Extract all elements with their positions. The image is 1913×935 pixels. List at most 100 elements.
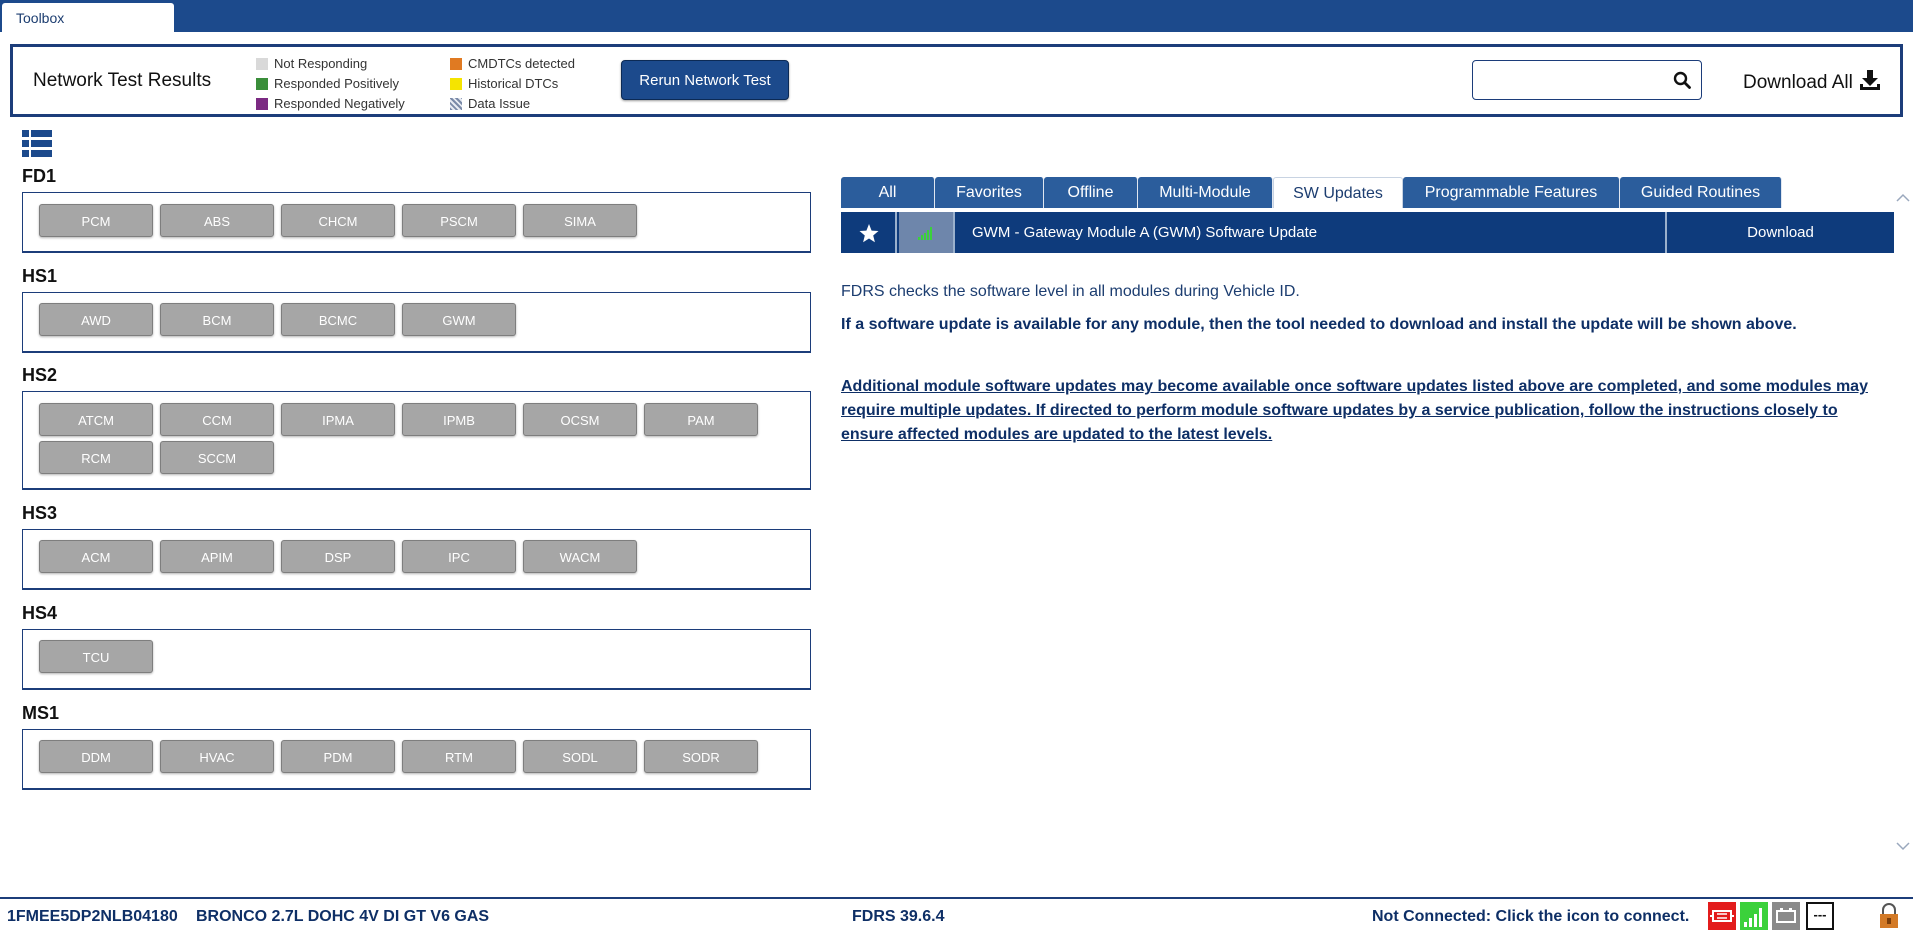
module-button-awd[interactable]: AWD <box>39 303 153 336</box>
module-button-bcm[interactable]: BCM <box>160 303 274 336</box>
module-button-tcu[interactable]: TCU <box>39 640 153 673</box>
search-box <box>1472 60 1702 100</box>
download-icon <box>1853 69 1881 97</box>
group-box-hs3: ACM APIM DSP IPC WACM <box>22 529 811 589</box>
tab-offline[interactable]: Offline <box>1044 177 1138 208</box>
tab-sw-updates[interactable]: SW Updates <box>1273 177 1403 208</box>
scroll-up-chevron-icon[interactable] <box>1895 190 1911 206</box>
legend-label: Data Issue <box>468 96 531 111</box>
module-button-ddm[interactable]: DDM <box>39 740 153 773</box>
status-bar: 1FMEE5DP2NLB04180 BRONCO 2.7L DOHC 4V DI… <box>0 899 1913 931</box>
legend-swatch-hatched <box>450 98 462 110</box>
group-box-ms1: DDM HVAC PDM RTM SODL SODR <box>22 729 811 789</box>
group-box-hs4: TCU <box>22 629 811 689</box>
tab-multi-module[interactable]: Multi-Module <box>1138 177 1273 208</box>
module-button-gwm[interactable]: GWM <box>402 303 516 336</box>
search-icon[interactable] <box>1673 71 1691 89</box>
module-button-pcm[interactable]: PCM <box>39 204 153 237</box>
scroll-down-chevron-icon[interactable] <box>1895 838 1911 854</box>
rerun-network-test-button[interactable]: Rerun Network Test <box>621 60 789 100</box>
group-box-hs2: ATCM CCM IPMA IPMB OCSM PAM RCM SCCM <box>22 391 811 489</box>
connection-status[interactable]: Not Connected: Click the icon to connect… <box>1372 908 1689 926</box>
module-button-ipmb[interactable]: IPMB <box>402 403 516 436</box>
module-button-sodr[interactable]: SODR <box>644 740 758 773</box>
legend-column-1: Not Responding Responded Positively Resp… <box>256 54 405 114</box>
legend-item-responded-positively: Responded Positively <box>256 74 405 94</box>
legend-item-historical-dtcs: Historical DTCs <box>450 74 575 94</box>
legend-label: Not Responding <box>274 56 368 71</box>
vin-label: 1FMEE5DP2NLB04180 <box>7 908 178 925</box>
legend-label: CMDTCs detected <box>468 56 575 71</box>
group-label-fd1: FD1 <box>22 166 57 186</box>
module-button-bcmc[interactable]: BCMC <box>281 303 395 336</box>
module-button-dsp[interactable]: DSP <box>281 540 395 573</box>
group-label-hs2: HS2 <box>22 365 58 385</box>
legend-swatch <box>256 58 268 70</box>
module-button-abs[interactable]: ABS <box>160 204 274 237</box>
module-button-chcm[interactable]: CHCM <box>281 204 395 237</box>
module-button-ipma[interactable]: IPMA <box>281 403 395 436</box>
sw-update-download-button[interactable]: Download <box>1665 212 1894 253</box>
tab-guided-routines[interactable]: Guided Routines <box>1620 177 1782 208</box>
module-button-sccm[interactable]: SCCM <box>160 441 274 474</box>
module-button-pdm[interactable]: PDM <box>281 740 395 773</box>
legend-swatch <box>450 58 462 70</box>
legend-item-responded-negatively: Responded Negatively <box>256 94 405 114</box>
sw-update-title: GWM - Gateway Module A (GWM) Software Up… <box>972 224 1318 241</box>
signal-bars-icon[interactable] <box>1740 902 1768 930</box>
favorite-star-icon[interactable] <box>841 212 897 253</box>
legend-item-not-responding: Not Responding <box>256 54 405 74</box>
module-button-sodl[interactable]: SODL <box>523 740 637 773</box>
page-title: Network Test Results <box>33 70 212 91</box>
group-label-hs3: HS3 <box>22 503 58 523</box>
module-button-acm[interactable]: ACM <box>39 540 153 573</box>
lock-icon[interactable] <box>1874 902 1904 930</box>
content-tabs: All Favorites Offline Multi-Module SW Up… <box>841 177 1782 208</box>
group-box-hs1: AWD BCM BCMC GWM <box>22 292 811 352</box>
list-view-icon[interactable] <box>22 130 52 158</box>
legend-label: Responded Negatively <box>274 96 405 111</box>
legend-label: Responded Positively <box>274 76 400 91</box>
tab-favorites[interactable]: Favorites <box>935 177 1044 208</box>
module-button-hvac[interactable]: HVAC <box>160 740 274 773</box>
tab-programmable-features[interactable]: Programmable Features <box>1403 177 1620 208</box>
module-button-rcm[interactable]: RCM <box>39 441 153 474</box>
group-label-ms1: MS1 <box>22 703 60 723</box>
status-dash-indicator[interactable]: --- <box>1806 902 1834 930</box>
module-button-sima[interactable]: SIMA <box>523 204 637 237</box>
download-all-label: Download All <box>1743 72 1853 93</box>
module-button-pscm[interactable]: PSCM <box>402 204 516 237</box>
module-button-wacm[interactable]: WACM <box>523 540 637 573</box>
legend-item-data-issue: Data Issue <box>450 94 575 114</box>
group-label-hs4: HS4 <box>22 603 58 623</box>
module-button-ipc[interactable]: IPC <box>402 540 516 573</box>
group-box-fd1: PCM ABS CHCM PSCM SIMA <box>22 192 811 252</box>
legend-label: Historical DTCs <box>468 76 559 91</box>
legend-column-2: CMDTCs detected Historical DTCs Data Iss… <box>450 54 575 114</box>
info-text-3: Additional module software updates may b… <box>841 378 1868 443</box>
battery-icon[interactable] <box>1772 902 1800 930</box>
module-button-ocsm[interactable]: OCSM <box>523 403 637 436</box>
legend-swatch <box>450 78 462 90</box>
sw-update-row: GWM - Gateway Module A (GWM) Software Up… <box>841 212 1894 253</box>
fdrs-version: FDRS 39.6.4 <box>852 908 945 925</box>
info-text-2: If a software update is available for an… <box>841 316 1797 333</box>
signal-strength-icon <box>899 212 955 253</box>
network-test-header: Network Test Results Not Responding Resp… <box>10 44 1903 117</box>
disconnected-plug-icon[interactable] <box>1708 902 1736 930</box>
vehicle-label: BRONCO 2.7L DOHC 4V DI GT V6 GAS <box>196 908 490 925</box>
module-button-rtm[interactable]: RTM <box>402 740 516 773</box>
tab-toolbox[interactable]: Toolbox <box>2 3 174 32</box>
search-input[interactable] <box>1481 67 1665 95</box>
legend-swatch <box>256 78 268 90</box>
info-text-1: FDRS checks the software level in all mo… <box>841 283 1300 300</box>
legend-item-cmdtcs: CMDTCs detected <box>450 54 575 74</box>
module-button-atcm[interactable]: ATCM <box>39 403 153 436</box>
legend-swatch <box>256 98 268 110</box>
tab-all[interactable]: All <box>841 177 935 208</box>
download-all-button[interactable]: Download All <box>1743 69 1881 97</box>
module-button-apim[interactable]: APIM <box>160 540 274 573</box>
group-label-hs1: HS1 <box>22 266 58 286</box>
module-button-ccm[interactable]: CCM <box>160 403 274 436</box>
module-button-pam[interactable]: PAM <box>644 403 758 436</box>
